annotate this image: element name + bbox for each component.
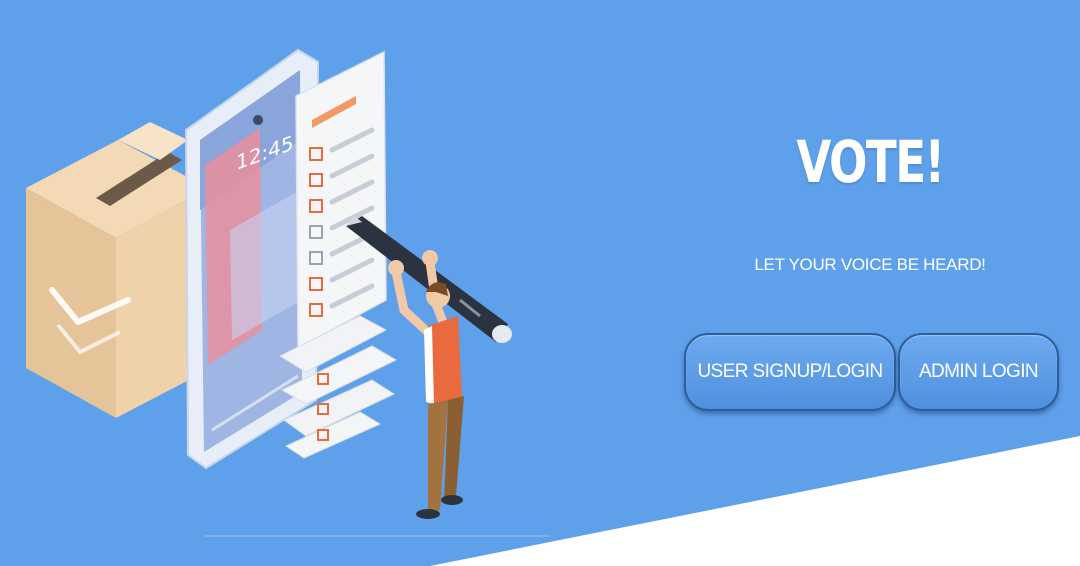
tagline: LET YOUR VOICE BE HEARD! xyxy=(754,255,986,274)
user-signup-login-label: USER SIGNUP/LOGIN xyxy=(697,361,883,382)
ballot-list-icon xyxy=(278,50,398,459)
ballot-box-icon xyxy=(26,122,208,418)
page-title: VOTE! xyxy=(796,128,945,196)
voting-illustration: 12:45 xyxy=(26,48,550,537)
admin-login-button[interactable]: ADMIN LOGIN xyxy=(898,333,1059,411)
admin-login-label: ADMIN LOGIN xyxy=(918,361,1039,382)
user-signup-login-button[interactable]: USER SIGNUP/LOGIN xyxy=(684,333,896,411)
